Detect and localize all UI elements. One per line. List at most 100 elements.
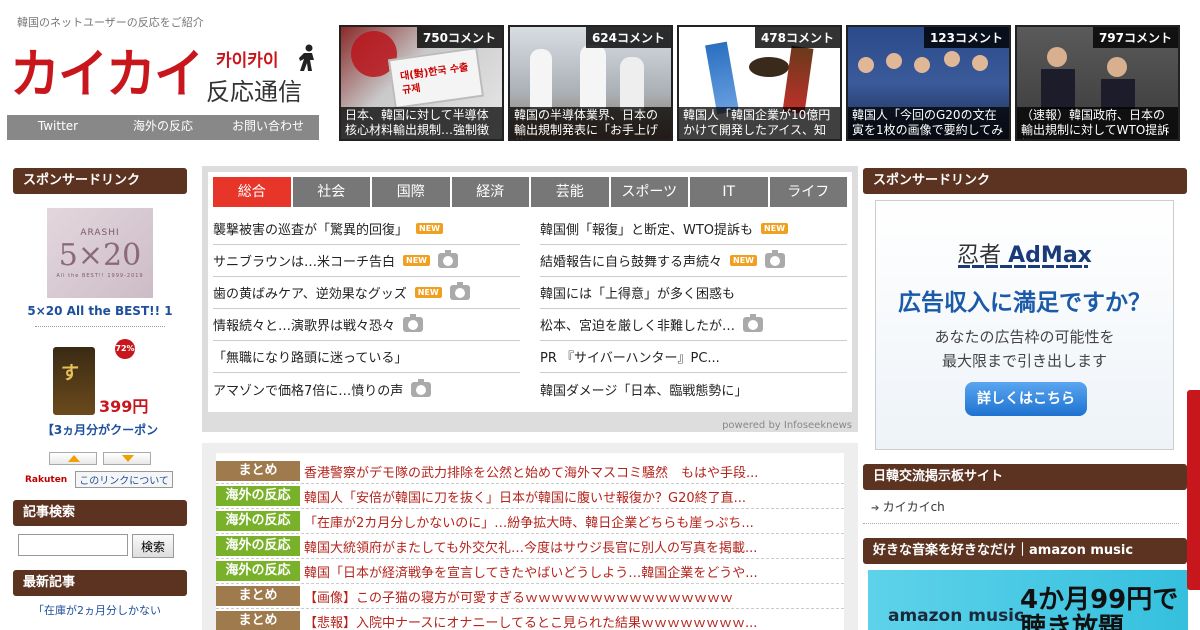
thumbnail-card[interactable]: 478コメント 韓国人「韓国企業が10億円かけて開発したアイス、知っ bbox=[677, 25, 842, 141]
divider bbox=[35, 326, 165, 327]
album-ad-main: 5×20 bbox=[58, 237, 142, 273]
side-tab[interactable] bbox=[1187, 390, 1200, 590]
admax-subtext: あなたの広告枠の可能性を 最大限まで引き出します bbox=[876, 325, 1173, 373]
feed-row[interactable]: まとめ 【画像】この子猫の寝方が可愛すぎるｗｗｗｗｗｗｗｗｗｗｗｗｗｗｗｗ bbox=[216, 584, 844, 609]
ad-next-button[interactable] bbox=[103, 452, 151, 465]
feed-category-label: 海外の反応 bbox=[216, 511, 300, 531]
feed-row[interactable]: 海外の反応 「在庫が2カ月分しかないのに」…紛争拡大時、韓日企業どちらも崖っぷち.… bbox=[216, 509, 844, 534]
site-logo[interactable]: カイカイ 카이카이 反応通信 bbox=[10, 44, 320, 106]
feed-title-link[interactable]: 韓国大統領府がまたしても外交欠礼…今度はサウジ長官に別人の写真を掲載... bbox=[304, 537, 757, 556]
tab-international[interactable]: 国際 bbox=[372, 177, 450, 207]
new-badge: NEW bbox=[403, 255, 430, 266]
new-badge: NEW bbox=[730, 255, 757, 266]
admax-details-button[interactable]: 詳しくはこちら bbox=[965, 382, 1087, 416]
feed-category-label: まとめ bbox=[216, 586, 300, 606]
news-item[interactable]: 「無職になり路頭に迷っている」 bbox=[213, 341, 520, 373]
new-badge: NEW bbox=[761, 223, 789, 234]
supplement-pack-label: す bbox=[61, 363, 79, 384]
feed-title-link[interactable]: 香港警察がデモ隊の武力排除を公然と始めて海外マスコミ騒然 もはや手段... bbox=[304, 462, 758, 481]
thumbnail-card[interactable]: 123コメント 韓国人「今回のG20の文在寅を1枚の画像で要約してみ bbox=[846, 25, 1011, 141]
ad-rotator bbox=[13, 452, 187, 465]
news-item[interactable]: 韓国には「上得意」が多く困惑も bbox=[540, 277, 847, 309]
admax-ad[interactable]: 忍者 AdMax 広告収入に満足ですか？ あなたの広告枠の可能性を 最大限まで引… bbox=[875, 200, 1174, 450]
feed-title-link[interactable]: 韓国「日本が経済戦争を宣言してきたやばいどうしよう…韓国企業をどうや... bbox=[304, 562, 758, 581]
board-link[interactable]: カイカイch bbox=[863, 490, 1179, 524]
supplement-ad[interactable]: す 72% 399円 bbox=[13, 337, 187, 417]
news-item-title: 韓国ダメージ「日本、臨戦態勢に」 bbox=[540, 383, 748, 399]
thumbnail-card[interactable]: 797コメント （速報）韓国政府、日本の輸出規制に対してWTO提訴推 bbox=[1015, 25, 1180, 141]
feed-title-link[interactable]: 【悲報】入院中ナースにオナニーしてるとこ見られた結果ｗｗｗｗｗｗｗｗ... bbox=[304, 612, 757, 630]
feed-row[interactable]: まとめ 【悲報】入院中ナースにオナニーしてるとこ見られた結果ｗｗｗｗｗｗｗｗ... bbox=[216, 609, 844, 630]
latest-heading: 最新記事 bbox=[13, 570, 187, 596]
news-item-title: 松本、宮迫を厳しく非難したが… bbox=[540, 319, 736, 334]
news-tabs: 総合 社会 国際 経済 芸能 スポーツ IT ライフ bbox=[213, 177, 847, 207]
feed-title-link[interactable]: 【画像】この子猫の寝方が可愛すぎるｗｗｗｗｗｗｗｗｗｗｗｗｗｗｗｗ bbox=[304, 587, 733, 606]
ad-prev-button[interactable] bbox=[49, 452, 97, 465]
news-item[interactable]: サニブラウンは…米コーチ告白 NEW bbox=[213, 245, 520, 277]
camera-icon bbox=[403, 314, 424, 332]
news-column-right: 韓国側「報復」と断定、WTO提訴も NEW 結婚報告に自ら鼓舞する声続々 NEW 韓国に… bbox=[540, 213, 847, 405]
feed-title-link[interactable]: 「在庫が2カ月分しかないのに」…紛争拡大時、韓日企業どちらも崖っぷち... bbox=[304, 512, 754, 531]
coupon-link[interactable]: 【3ヵ月分がクーポン bbox=[13, 421, 187, 438]
album-ad-link[interactable]: 5×20 All the BEST!! 1 bbox=[13, 304, 187, 318]
rakuten-logo[interactable]: Rakuten bbox=[25, 475, 67, 485]
rakuten-footer: Rakuten このリンクについて bbox=[13, 471, 187, 488]
tab-entertainment[interactable]: 芸能 bbox=[531, 177, 609, 207]
about-link[interactable]: このリンクについて bbox=[75, 471, 173, 488]
news-item[interactable]: 結婚報告に自ら鼓舞する声続々 NEW bbox=[540, 245, 847, 277]
amazon-music-logo: amazon music bbox=[888, 606, 1025, 626]
thumbnail-card[interactable]: 624コメント 韓国の半導体業界、日本の輸出規制発表に「お手上げ状 bbox=[508, 25, 673, 141]
news-item[interactable]: 松本、宮迫を厳しく非難したが… bbox=[540, 309, 847, 341]
feed-row[interactable]: 海外の反応 韓国「日本が経済戦争を宣言してきたやばいどうしよう…韓国企業をどうや.… bbox=[216, 559, 844, 584]
nav-overseas-reaction[interactable]: 海外の反応 bbox=[109, 115, 217, 140]
news-item[interactable]: 韓国側「報復」と断定、WTO提訴も NEW bbox=[540, 213, 847, 245]
logo-sub-text: 反応通信 bbox=[206, 78, 302, 106]
top-nav: Twitter 海外の反応 お問い合わせ bbox=[7, 115, 319, 140]
tab-general[interactable]: 総合 bbox=[213, 177, 291, 207]
news-item[interactable]: PR 『サイバーハンター』PC... bbox=[540, 341, 847, 373]
feed-category-label: 海外の反応 bbox=[216, 536, 300, 556]
camera-icon bbox=[765, 250, 785, 268]
camera-icon bbox=[411, 378, 432, 397]
tab-sports[interactable]: スポーツ bbox=[610, 177, 688, 207]
feed-title-link[interactable]: 韓国人「安倍が韓国に刀を抜く」日本が韓国に腹いせ報復か？G20終了直... bbox=[304, 487, 746, 506]
news-item-title: PR 『サイバーハンター』PC... bbox=[540, 351, 720, 366]
tab-economy[interactable]: 経済 bbox=[451, 177, 529, 207]
powered-by: powered by Infoseeknews bbox=[722, 420, 852, 431]
down-arrow-icon bbox=[122, 455, 134, 462]
thumbnail-card[interactable]: 대(對)한국 수출 규제 750コメント 日本、韓国に対して半導体核心材料輸出規… bbox=[339, 25, 504, 141]
admax-logo-underline bbox=[958, 265, 1088, 268]
feed-row[interactable]: 海外の反応 韓国人「安倍が韓国に刀を抜く」日本が韓国に腹いせ報復か？G20終了直.… bbox=[216, 484, 844, 509]
album-ad-top: ARASHI bbox=[80, 227, 120, 238]
news-item[interactable]: アマゾンで価格7倍に…憤りの声 bbox=[213, 373, 520, 405]
nav-twitter[interactable]: Twitter bbox=[7, 115, 109, 140]
comment-count: 123コメント bbox=[923, 27, 1009, 48]
search-input[interactable] bbox=[18, 534, 128, 556]
latest-article-link[interactable]: 「在庫が2ヵ月分しかない bbox=[13, 596, 187, 618]
news-item-title: 韓国には「上得意」が多く困惑も bbox=[540, 287, 736, 302]
tab-society[interactable]: 社会 bbox=[292, 177, 370, 207]
amazon-music-offer: 4か月99円で聴き放題 bbox=[1020, 585, 1179, 630]
comment-count: 624コメント bbox=[585, 27, 671, 48]
tab-life[interactable]: ライフ bbox=[769, 177, 847, 207]
feed-list: まとめ 香港警察がデモ隊の武力排除を公然と始めて海外マスコミ騒然 もはや手段...… bbox=[216, 453, 844, 630]
comment-count: 478コメント bbox=[754, 27, 840, 48]
news-item-title: サニブラウンは…米コーチ告白 bbox=[213, 255, 396, 270]
tab-it[interactable]: IT bbox=[690, 177, 768, 207]
amazon-music-ad[interactable]: amazon music 4か月99円で聴き放題 bbox=[868, 570, 1188, 630]
search-button[interactable]: 検索 bbox=[132, 534, 174, 558]
logo-korean-text: 카이카이 bbox=[216, 51, 279, 71]
admax-subtext-line1: あなたの広告枠の可能性を bbox=[934, 328, 1115, 346]
news-item[interactable]: 歯の黄ばみケア、逆効果なグッズ NEW bbox=[213, 277, 520, 309]
news-item[interactable]: 韓国ダメージ「日本、臨戦態勢に」 bbox=[540, 373, 847, 405]
news-item[interactable]: 襲撃被害の巡査が「驚異的回復」 NEW bbox=[213, 213, 520, 245]
camera-icon bbox=[438, 250, 458, 268]
left-sidebar: スポンサードリンク ARASHI 5×20 All the BEST!! 199… bbox=[13, 168, 187, 618]
sponsor-heading: スポンサードリンク bbox=[13, 168, 187, 194]
nav-contact[interactable]: お問い合わせ bbox=[217, 115, 319, 140]
feed-row[interactable]: まとめ 香港警察がデモ隊の武力排除を公然と始めて海外マスコミ騒然 もはや手段... bbox=[216, 459, 844, 484]
album-ad-image[interactable]: ARASHI 5×20 All the BEST!! 1999-2019 bbox=[47, 208, 153, 298]
feed-row[interactable]: 海外の反応 韓国大統領府がまたしても外交欠礼…今度はサウジ長官に別人の写真を掲載.… bbox=[216, 534, 844, 559]
news-item[interactable]: 情報続々と…演歌界は戦々恐々 bbox=[213, 309, 520, 341]
search-heading: 記事検索 bbox=[13, 500, 187, 526]
